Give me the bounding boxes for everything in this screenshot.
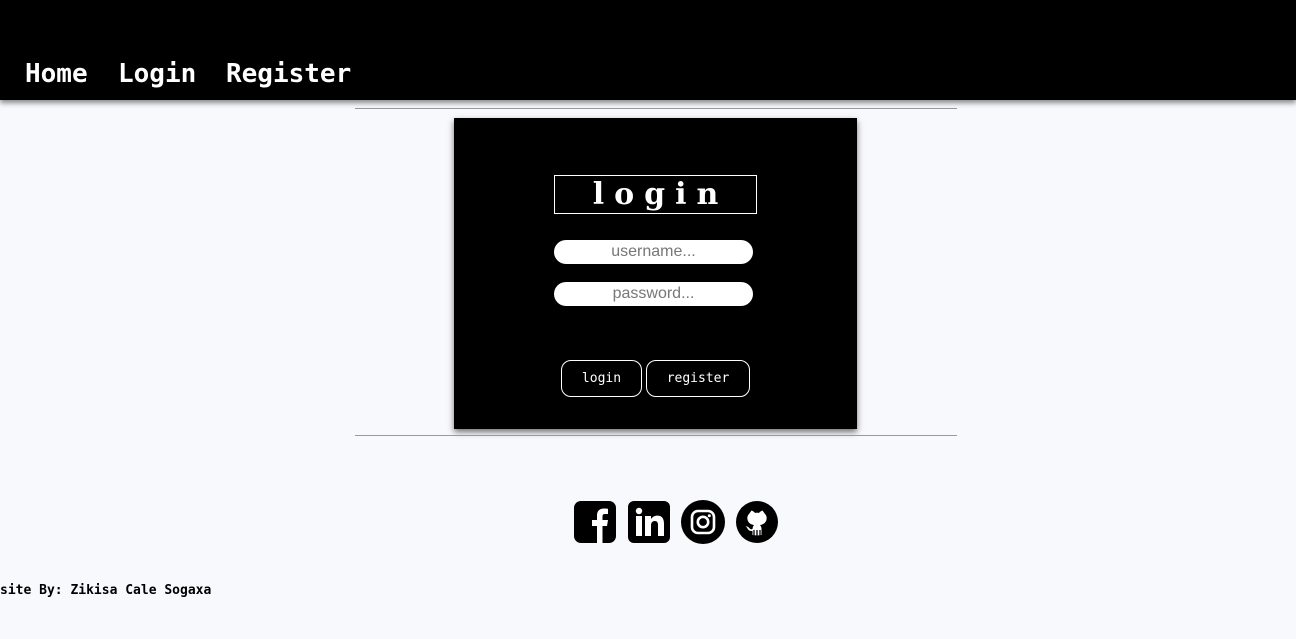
nav-register-link[interactable]: Register — [226, 58, 351, 90]
login-panel: login login register — [454, 118, 857, 429]
username-input[interactable] — [554, 240, 753, 264]
password-input[interactable] — [554, 282, 753, 306]
nav-home-link[interactable]: Home — [25, 58, 88, 90]
top-divider — [355, 108, 957, 109]
top-navbar: Home Login Register — [0, 0, 1296, 100]
login-button[interactable]: login — [561, 360, 642, 397]
nav-login-link[interactable]: Login — [118, 58, 196, 90]
bottom-divider — [355, 435, 957, 436]
login-title: login — [554, 175, 757, 214]
github-icon[interactable] — [735, 500, 779, 544]
linkedin-icon[interactable] — [627, 500, 671, 544]
instagram-icon[interactable] — [681, 500, 725, 544]
site-credit: site By: Zikisa Cale Sogaxa — [0, 583, 212, 598]
facebook-icon[interactable] — [573, 500, 617, 544]
register-button[interactable]: register — [646, 360, 750, 397]
